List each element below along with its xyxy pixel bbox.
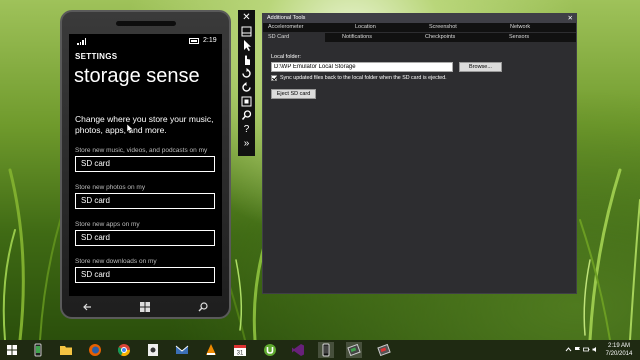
phone-icon[interactable] (30, 342, 46, 358)
phone-emulator: 2:19 SETTINGS storage sense Change where… (60, 10, 231, 319)
tabs-row-bottom: SD Card Notifications Checkpoints Sensor… (263, 33, 576, 43)
tools-titlebar: Additional Tools ✕ (263, 14, 576, 23)
signal-icon (77, 38, 87, 45)
file-explorer-icon[interactable] (58, 342, 74, 358)
phone-screen: 2:19 SETTINGS storage sense Change where… (69, 34, 222, 296)
search-icon[interactable] (197, 301, 209, 313)
status-bar: 2:19 (69, 34, 222, 48)
mouse-cursor-icon (127, 124, 134, 134)
fit-to-screen-icon[interactable] (239, 95, 254, 108)
svg-text:31: 31 (237, 351, 244, 357)
tools-title: Additional Tools (267, 15, 306, 21)
page-title: storage sense (74, 65, 200, 87)
help-icon[interactable]: ? (239, 123, 254, 136)
outlook-icon[interactable] (376, 342, 392, 358)
tools-icon[interactable] (346, 342, 362, 358)
close-icon[interactable]: ✕ (239, 11, 254, 24)
visual-studio-icon[interactable] (290, 342, 306, 358)
description-text: Change where you store your music, photo… (75, 114, 214, 135)
more-tools-icon[interactable]: » (239, 137, 254, 150)
settings-label: SETTINGS (75, 52, 118, 61)
back-arrow-icon[interactable] (81, 301, 93, 313)
zoom-icon[interactable] (239, 109, 254, 122)
emulator-toolbar: ✕ ? » (238, 10, 255, 156)
tab-notifications[interactable]: Notifications (342, 34, 372, 40)
calendar-icon[interactable]: 31 (232, 342, 248, 358)
tab-screenshot[interactable]: Screenshot (429, 24, 457, 30)
option-label-photos: Store new photos on my (75, 184, 146, 191)
tray-up-arrow-icon[interactable] (565, 346, 572, 353)
tab-accelerometer[interactable]: Accelerometer (268, 24, 303, 30)
chrome-icon[interactable] (116, 342, 132, 358)
windows-start-icon[interactable] (139, 301, 151, 313)
rotate-left-icon[interactable] (239, 67, 254, 80)
touch-icon[interactable] (239, 53, 254, 66)
tabs-row-top: Accelerometer Location Screenshot Networ… (263, 23, 576, 32)
tab-sd-card[interactable]: SD Card (268, 34, 289, 40)
tray-flag-icon[interactable] (574, 346, 581, 353)
pointer-icon[interactable] (239, 39, 254, 52)
apps-storage-select[interactable]: SD card (75, 230, 215, 246)
status-time: 2:19 (203, 37, 217, 44)
option-label-downloads: Store new downloads on my (75, 258, 157, 265)
battery-icon (189, 38, 199, 44)
mail-icon[interactable] (174, 342, 190, 358)
phone-speaker (116, 21, 176, 26)
tray-battery-icon[interactable] (583, 346, 590, 353)
taskbar-time[interactable]: 2:19 AM (604, 342, 634, 350)
settings-app-icon[interactable] (145, 342, 161, 358)
downloads-storage-select[interactable]: SD card (75, 267, 215, 283)
firefox-icon[interactable] (87, 342, 103, 358)
rotate-right-icon[interactable] (239, 81, 254, 94)
phone-nav-bar (69, 297, 222, 317)
tab-checkpoints[interactable]: Checkpoints (425, 34, 455, 40)
eject-sd-card-button[interactable]: Eject SD card (271, 89, 316, 99)
local-folder-label: Local folder: (271, 54, 301, 60)
tray-volume-icon[interactable] (592, 346, 599, 353)
tools-close-icon[interactable]: ✕ (568, 14, 573, 22)
browse-button[interactable]: Browse... (459, 62, 502, 72)
vlc-icon[interactable] (203, 342, 219, 358)
tab-network[interactable]: Network (510, 24, 530, 30)
music-storage-select[interactable]: SD card (75, 156, 215, 172)
utorrent-icon[interactable] (262, 342, 278, 358)
photos-storage-select[interactable]: SD card (75, 193, 215, 209)
tab-location[interactable]: Location (355, 24, 376, 30)
tab-sensors[interactable]: Sensors (509, 34, 529, 40)
taskbar-date[interactable]: 7/20/2014 (604, 350, 634, 358)
additional-tools-window: Additional Tools ✕ Accelerometer Locatio… (262, 13, 577, 294)
sync-label: Sync updated files back to the local fol… (280, 75, 447, 81)
windows-logo-icon[interactable] (4, 342, 20, 358)
minimize-icon[interactable] (239, 25, 254, 38)
option-label-apps: Store new apps on my (75, 221, 140, 228)
taskbar: 31 2:19 AM 7/20/2014 (0, 340, 640, 360)
local-folder-input[interactable] (271, 62, 453, 72)
emulator-icon[interactable] (318, 342, 334, 358)
sync-checkbox[interactable] (271, 75, 277, 81)
option-label-music: Store new music, videos, and podcasts on… (75, 147, 208, 154)
